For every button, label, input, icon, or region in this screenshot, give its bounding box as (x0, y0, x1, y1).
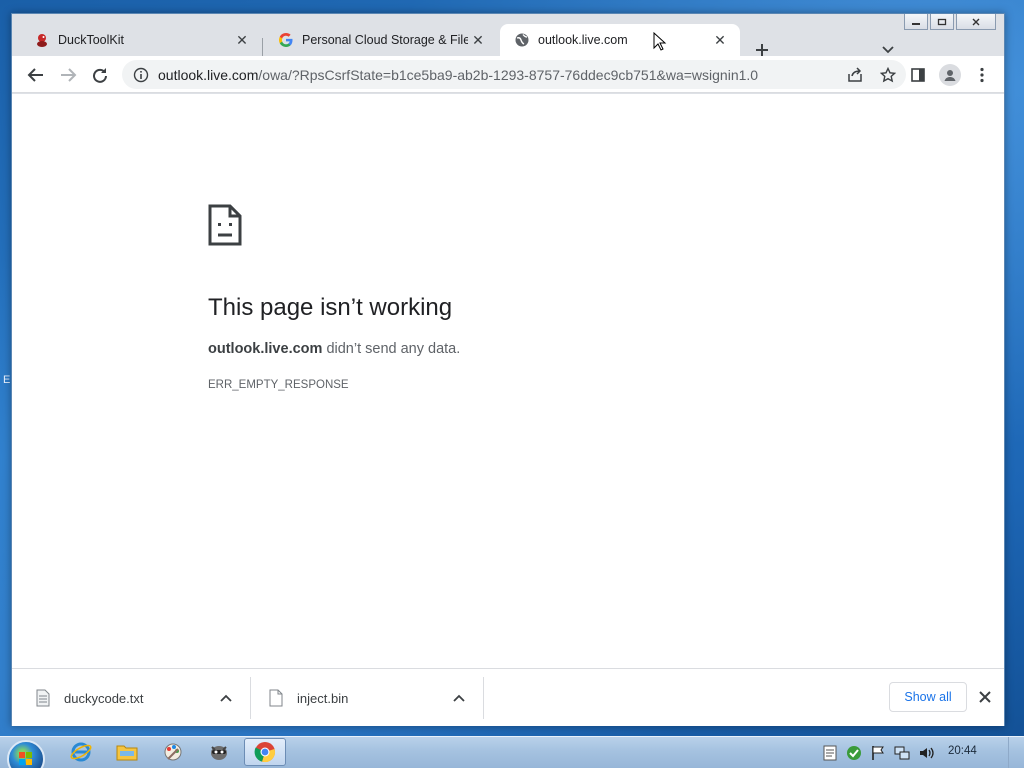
error-host: outlook.live.com (208, 341, 323, 357)
error-code: ERR_EMPTY_RESPONSE (208, 379, 349, 391)
tab-ducktoolkit[interactable]: DuckToolKit ✕ (20, 24, 262, 56)
volume-icon[interactable] (918, 745, 934, 761)
kebab-menu-icon (980, 67, 984, 83)
tab-title: outlook.live.com (538, 33, 628, 47)
chevron-down-icon (882, 46, 894, 54)
paint-palette-icon (164, 743, 182, 761)
reload-button[interactable] (86, 61, 114, 89)
google-favicon-icon (278, 32, 294, 48)
url-text: outlook.live.com/owa/?RpsCsrfState=b1ce5… (158, 67, 906, 83)
desktop-edge-glyph: E (3, 374, 11, 386)
browser-toolbar: outlook.live.com/owa/?RpsCsrfState=b1ce5… (12, 56, 1004, 93)
network-icon[interactable] (894, 745, 910, 761)
tab-close-icon[interactable]: ✕ (468, 30, 488, 50)
chevron-up-icon[interactable] (450, 689, 468, 707)
address-bar[interactable]: outlook.live.com/owa/?RpsCsrfState=b1ce5… (122, 60, 906, 89)
profile-button[interactable] (936, 61, 964, 89)
close-icon (979, 691, 991, 703)
taskbar-paint[interactable] (152, 738, 194, 766)
browser-window: DuckToolKit ✕ Personal Cloud Storage & F… (11, 13, 1005, 726)
site-info-icon[interactable] (132, 66, 150, 84)
arrow-right-icon (61, 68, 77, 82)
tab-strip: DuckToolKit ✕ Personal Cloud Storage & F… (12, 22, 1004, 58)
error-message: didn’t send any data. (322, 341, 461, 357)
mouse-cursor-icon (653, 32, 667, 51)
duck-favicon-icon (34, 32, 50, 48)
taskbar-clock[interactable]: 20:44 (948, 745, 977, 757)
download-item[interactable]: duckycode.txt (36, 677, 248, 719)
url-path: /owa/?RpsCsrfState=b1ce5ba9-ab2b-1293-87… (258, 66, 759, 83)
tray-notes-icon[interactable] (822, 745, 838, 761)
chevron-up-icon[interactable] (217, 689, 235, 707)
arrow-left-icon (27, 68, 43, 82)
sad-page-icon (208, 204, 242, 246)
folder-icon (116, 745, 138, 761)
back-button[interactable] (22, 61, 50, 89)
tab-close-icon[interactable]: ✕ (232, 30, 252, 50)
show-desktop-button[interactable] (1008, 737, 1024, 768)
globe-favicon-icon (514, 32, 530, 48)
avatar-icon (939, 64, 961, 86)
reload-icon (93, 68, 107, 83)
side-panel-button[interactable] (904, 61, 932, 89)
taskbar-app-raccoon[interactable] (198, 738, 240, 766)
internet-explorer-icon (70, 742, 92, 762)
download-filename: inject.bin (297, 690, 349, 706)
download-item[interactable]: inject.bin (269, 677, 481, 719)
tab-title: DuckToolKit (58, 33, 124, 47)
forward-button[interactable] (54, 61, 82, 89)
chrome-icon (254, 742, 275, 763)
error-title: This page isn’t working (208, 294, 453, 321)
error-description: outlook.live.com didn’t send any data. (208, 341, 460, 357)
url-host: outlook.live.com (158, 66, 259, 83)
taskbar-chrome[interactable] (244, 738, 286, 766)
share-button[interactable] (844, 64, 866, 86)
file-icon (269, 689, 283, 707)
star-icon (880, 67, 896, 83)
tray-security-check-icon[interactable] (846, 745, 862, 761)
raccoon-app-icon (211, 746, 227, 760)
menu-button[interactable] (968, 61, 996, 89)
page-content: This page isn’t working outlook.live.com… (12, 94, 1004, 668)
windows-logo-icon (19, 752, 32, 765)
text-file-icon (36, 689, 50, 707)
action-center-flag-icon[interactable] (870, 745, 886, 761)
tab-separator (262, 38, 263, 58)
tab-close-icon[interactable]: ✕ (710, 30, 730, 50)
plus-icon (756, 44, 768, 56)
close-shelf-button[interactable] (975, 687, 995, 707)
taskbar-internet-explorer[interactable] (60, 738, 102, 766)
share-icon (848, 67, 862, 82)
show-all-downloads-button[interactable]: Show all (889, 682, 967, 712)
start-button[interactable] (7, 740, 45, 768)
bookmark-button[interactable] (877, 64, 899, 86)
tab-outlook[interactable]: outlook.live.com ✕ (500, 24, 740, 56)
download-shelf: duckycode.txt inject.bin Show all (12, 668, 1004, 726)
tab-cloud-storage[interactable]: Personal Cloud Storage & File Sh ✕ (264, 24, 498, 56)
download-filename: duckycode.txt (64, 690, 144, 706)
side-panel-icon (911, 68, 925, 82)
tab-title: Personal Cloud Storage & File Sh (302, 33, 468, 47)
taskbar-explorer[interactable] (106, 738, 148, 766)
shelf-divider (250, 677, 251, 719)
shelf-divider (483, 677, 484, 719)
